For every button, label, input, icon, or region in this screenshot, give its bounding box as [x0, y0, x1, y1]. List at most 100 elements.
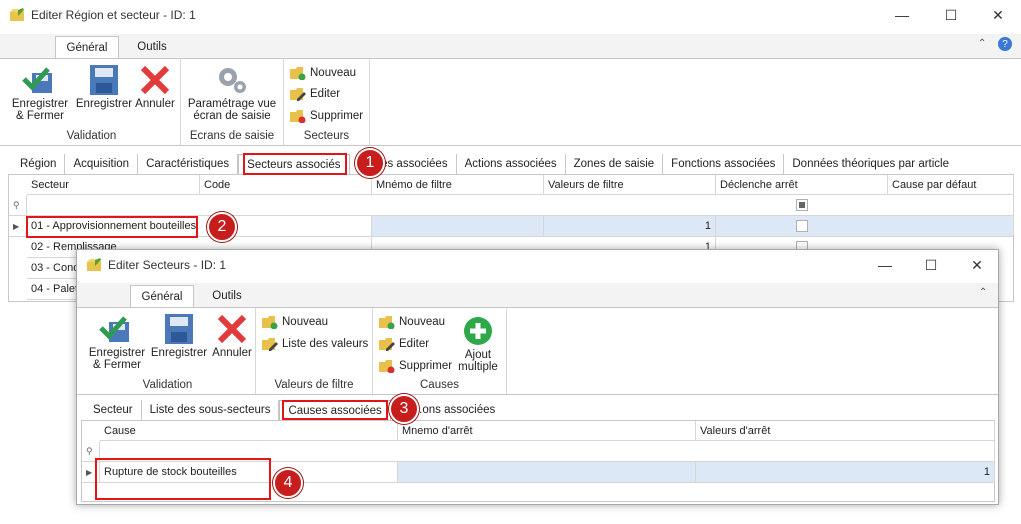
col-cause-defaut[interactable]: Cause par défaut: [888, 175, 1014, 195]
group-filtre-label: Valeurs de filtre: [274, 379, 354, 391]
highlight-row-01: [26, 216, 198, 238]
app-icon: [10, 8, 24, 21]
row-checkbox[interactable]: [796, 220, 808, 232]
folder-edit-icon: [379, 338, 395, 351]
folder-add-icon: [290, 67, 306, 80]
cancel-button[interactable]: Annuler: [133, 65, 177, 110]
group-validation-label: Validation: [66, 130, 117, 142]
sub-minimize-button[interactable]: —: [862, 250, 908, 280]
save-close-icon: [99, 316, 129, 342]
folder-edit-icon: [290, 88, 306, 101]
group-secteurs: Nouveau Editer Supprimer Secteurs: [284, 59, 370, 145]
table-row-cell: [372, 216, 544, 237]
sub-group-validation: Enregistrer & Fermer Enregistrer Annuler…: [80, 308, 256, 394]
folder-edit-icon: [262, 338, 278, 351]
filter-row-indicator: ⚲: [9, 195, 27, 216]
save-icon: [165, 314, 193, 344]
cause-delete-button[interactable]: Supprimer: [379, 357, 452, 375]
sub-ribbon: Enregistrer & Fermer Enregistrer Annuler…: [77, 307, 998, 395]
minimize-button[interactable]: —: [879, 0, 925, 30]
collapse-ribbon-icon[interactable]: ⌃: [978, 38, 986, 49]
badge-4: 4: [273, 468, 303, 498]
folder-add-icon: [379, 316, 395, 329]
sub-tab-secteur[interactable]: Secteur: [85, 400, 142, 420]
highlight-causes-tab: [282, 400, 388, 420]
sub-save-button[interactable]: Enregistrer: [150, 314, 208, 359]
cancel-icon: [217, 314, 247, 344]
col-mnemo-arret[interactable]: Mnemo d'arrêt: [398, 421, 696, 441]
save-close-icon: [22, 67, 52, 93]
col-cause[interactable]: Cause: [100, 421, 398, 441]
cause-new-button[interactable]: Nouveau: [379, 313, 445, 331]
tab-outils[interactable]: Outils: [122, 36, 182, 58]
table-row-cell: 1: [696, 462, 995, 483]
help-icon[interactable]: ?: [998, 37, 1012, 51]
col-code[interactable]: Code: [200, 175, 372, 195]
tab-acquisition[interactable]: Acquisition: [65, 154, 139, 174]
group-secteurs-label: Secteurs: [303, 130, 350, 142]
badge-1: 1: [355, 148, 385, 178]
sub-window-title: Editer Secteurs - ID: 1: [108, 258, 227, 272]
col-secteur[interactable]: Secteur: [27, 175, 200, 195]
cause-edit-button[interactable]: Editer: [379, 335, 429, 353]
bulk-add-button[interactable]: Ajout multiple: [455, 316, 501, 373]
col-valeurs-arret[interactable]: Valeurs d'arrêt: [696, 421, 995, 441]
gears-icon: [219, 68, 246, 93]
param-view-button[interactable]: Paramétrage vue écran de saisie: [183, 65, 281, 122]
sub-cancel-button[interactable]: Annuler: [210, 314, 254, 359]
tab-actions-associees[interactable]: Actions associées: [457, 154, 566, 174]
col-declenche-arret[interactable]: Déclenche arrêt: [716, 175, 888, 195]
tab-zones-saisie[interactable]: Zones de saisie: [566, 154, 664, 174]
folder-delete-icon: [379, 360, 395, 373]
col-mnemo-filtre[interactable]: Mnémo de filtre: [372, 175, 544, 195]
maximize-button[interactable]: ☐: [928, 0, 974, 30]
tab-donnees-theoriques[interactable]: Données théoriques par article: [784, 154, 957, 174]
save-button[interactable]: Enregistrer: [75, 65, 133, 110]
main-ribbon: Enregistrer & Fermer Enregistrer Annuler…: [0, 58, 1021, 146]
filtre-new-button[interactable]: Nouveau: [262, 313, 328, 331]
col-valeurs-filtre[interactable]: Valeurs de filtre: [544, 175, 716, 195]
folder-add-icon: [262, 316, 278, 329]
secteur-new-button[interactable]: Nouveau: [290, 64, 356, 82]
tab-caracteristiques[interactable]: Caractéristiques: [138, 154, 239, 174]
group-ecrans-label: Ecrans de saisie: [189, 130, 275, 142]
sub-close-button[interactable]: ✕: [954, 250, 1000, 280]
sub-collapse-ribbon-icon[interactable]: ⌃: [979, 287, 987, 298]
sub-window: Editer Secteurs - ID: 1 — ☐ ✕ Général Ou…: [76, 249, 999, 505]
group-causes: Nouveau Editer Supprimer Ajout multiple …: [373, 308, 507, 394]
sub-maximize-button[interactable]: ☐: [908, 250, 954, 280]
group-validation: Enregistrer & Fermer Enregistrer Annuler…: [3, 59, 181, 145]
main-ribbon-tabs: Général Outils ⌃ ?: [0, 34, 1021, 58]
sub-tab-outils[interactable]: Outils: [197, 285, 257, 307]
secteur-delete-button[interactable]: Supprimer: [290, 107, 363, 125]
table-row-cell: [716, 216, 1014, 237]
table-row-cell: [398, 462, 696, 483]
highlight-secteurs-tab: [243, 153, 347, 175]
secteur-edit-button[interactable]: Editer: [290, 85, 340, 103]
sub-save-close-button[interactable]: Enregistrer & Fermer: [84, 314, 150, 371]
save-close-button[interactable]: Enregistrer & Fermer: [7, 65, 73, 122]
tab-general[interactable]: Général: [55, 36, 119, 58]
app-icon: [87, 258, 101, 271]
main-page-tabs: Région Acquisition Caractéristiques Sect…: [12, 153, 957, 175]
filtre-list-button[interactable]: Liste des valeurs: [262, 335, 368, 353]
main-titlebar: Editer Région et secteur - ID: 1: [0, 0, 1021, 30]
save-icon: [90, 65, 118, 95]
group-causes-label: Causes: [420, 379, 459, 391]
row-indicator: ▶: [9, 216, 27, 237]
group-valeurs-filtre: Nouveau Liste des valeurs Valeurs de fil…: [256, 308, 373, 394]
filter-row[interactable]: [27, 195, 1014, 216]
sub-titlebar: Editer Secteurs - ID: 1: [77, 250, 998, 280]
badge-2: 2: [207, 212, 237, 242]
tab-region[interactable]: Région: [12, 154, 66, 174]
sub-group-validation-label: Validation: [142, 379, 193, 391]
highlight-cause-row: [95, 458, 271, 500]
filter-checkbox[interactable]: [796, 199, 808, 211]
sub-tab-general[interactable]: Général: [130, 285, 194, 307]
close-button[interactable]: ✕: [975, 0, 1021, 30]
badge-3: 3: [389, 394, 419, 424]
tab-fonctions-associees[interactable]: Fonctions associées: [663, 154, 785, 174]
folder-delete-icon: [290, 110, 306, 123]
sub-tab-sous-secteurs[interactable]: Liste des sous-secteurs: [142, 400, 280, 420]
group-ecrans: Paramétrage vue écran de saisie Ecrans d…: [181, 59, 284, 145]
